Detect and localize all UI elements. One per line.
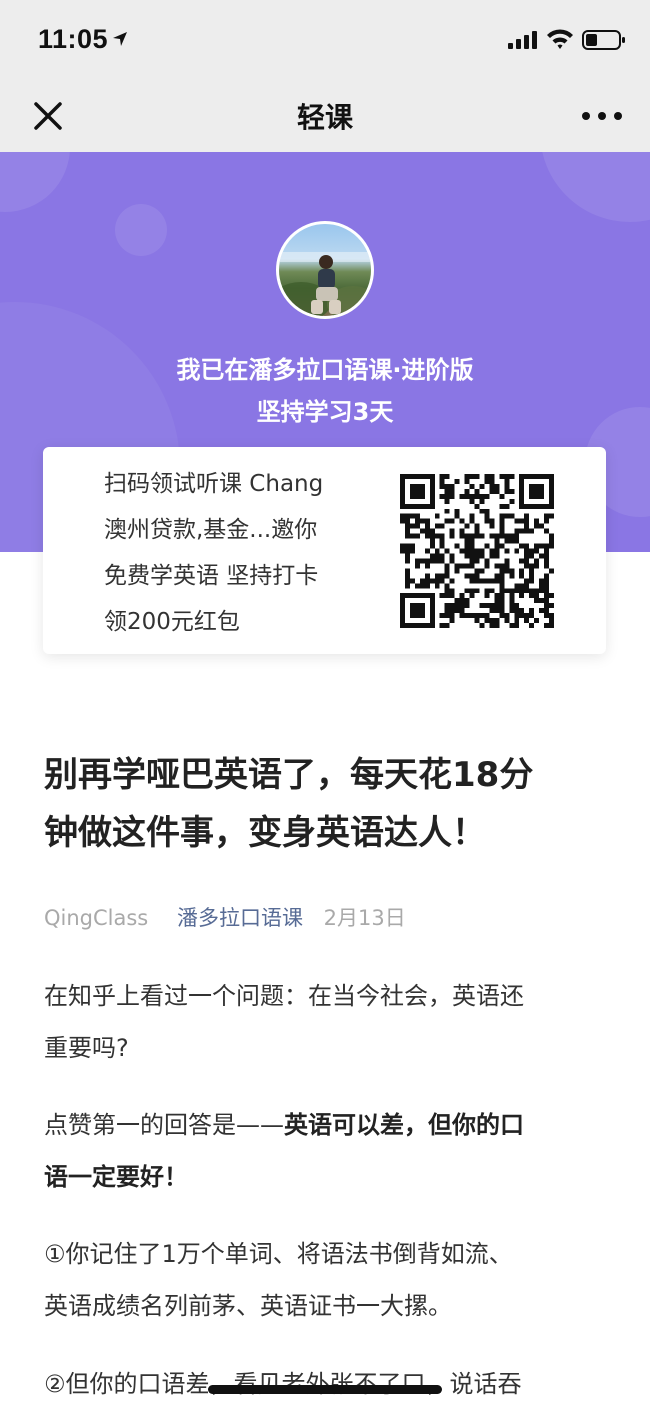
article-source: QingClass: [44, 906, 149, 930]
paragraph-line: 语一定要好！: [44, 1151, 610, 1203]
more-icon[interactable]: [580, 102, 624, 130]
nav-title: 轻课: [296, 101, 353, 134]
battery-icon: [582, 30, 625, 50]
invite-card[interactable]: 扫码领试听课 Chang 澳州贷款,基金...邀你 免费学英语 坚持打卡 领20…: [43, 447, 606, 654]
hero-headline: 我已在潘多拉口语课·进阶版: [176, 356, 474, 384]
invite-text-line: 免费学英语 坚持打卡: [104, 563, 319, 589]
paragraph-line: 重要吗?: [44, 1034, 129, 1062]
decor-bubble: [0, 152, 70, 212]
article-paragraph: ①你记住了1万个单词、将语法书倒背如流、 英语成绩名列前茅、英语证书一大摞。: [44, 1228, 610, 1332]
decor-bubble: [115, 204, 167, 256]
invite-text-line: 领200元红包: [104, 609, 240, 635]
status-bar: 11:05: [0, 0, 650, 80]
paragraph-line: 点赞第一的回答是——英语可以差，但你的口: [44, 1099, 610, 1151]
paragraph-line: ①你记住了1万个单词、将语法书倒背如流、: [44, 1240, 513, 1268]
article-date: 2月13日: [323, 906, 406, 930]
invite-text: 扫码领试听课 Chang 澳州贷款,基金...邀你 免费学英语 坚持打卡 领20…: [104, 461, 374, 645]
wifi-icon: [547, 29, 573, 49]
paragraph-text: 点赞第一的回答是——: [44, 1111, 284, 1139]
status-time: 11:05: [38, 24, 109, 54]
article-paragraph: 点赞第一的回答是——英语可以差，但你的口 语一定要好！: [44, 1099, 610, 1203]
hero-subline: 坚持学习3天: [256, 398, 394, 426]
nav-bar: 轻课: [0, 80, 650, 152]
article-paragraph: ②但你的口语差，看见老外张不了口，说话吞: [44, 1358, 610, 1407]
cellular-signal-icon: [508, 31, 537, 49]
avatar-photo: [279, 252, 371, 316]
qr-code[interactable]: [400, 474, 554, 628]
invite-text-line: 扫码领试听课 Chang: [104, 471, 324, 497]
decor-bubble: [540, 152, 650, 222]
paragraph-line: 在知乎上看过一个问题：在当今社会，英语还: [44, 982, 524, 1010]
article-meta: QingClass 潘多拉口语课 2月13日: [44, 902, 406, 932]
paragraph-line: 英语成绩名列前茅、英语证书一大摞。: [44, 1292, 452, 1320]
paragraph-line: ②但你的口语差，看见老外张不了口，说话吞: [44, 1370, 522, 1398]
location-arrow-icon: [113, 32, 127, 46]
home-indicator[interactable]: [208, 1385, 442, 1394]
article-title: 别再学哑巴英语了，每天花18分 钟做这件事，变身英语达人！: [44, 746, 610, 862]
article-title-line: 钟做这件事，变身英语达人！: [44, 813, 486, 853]
paragraph-bold-text: 语一定要好！: [44, 1163, 188, 1191]
screen: 11:05 轻课 我已在潘多拉口语课·进阶版 坚持学习3天 扫码领试听课 Cha…: [0, 0, 650, 1407]
article-author-link[interactable]: 潘多拉口语课: [177, 906, 303, 930]
paragraph-bold-text: 英语可以差，但你的口: [284, 1111, 524, 1139]
invite-text-line: 澳州贷款,基金...邀你: [104, 517, 318, 543]
avatar: [276, 221, 374, 319]
article-paragraph: 在知乎上看过一个问题：在当今社会，英语还 重要吗?: [44, 970, 610, 1074]
article-title-line: 别再学哑巴英语了，每天花18分: [44, 755, 534, 795]
